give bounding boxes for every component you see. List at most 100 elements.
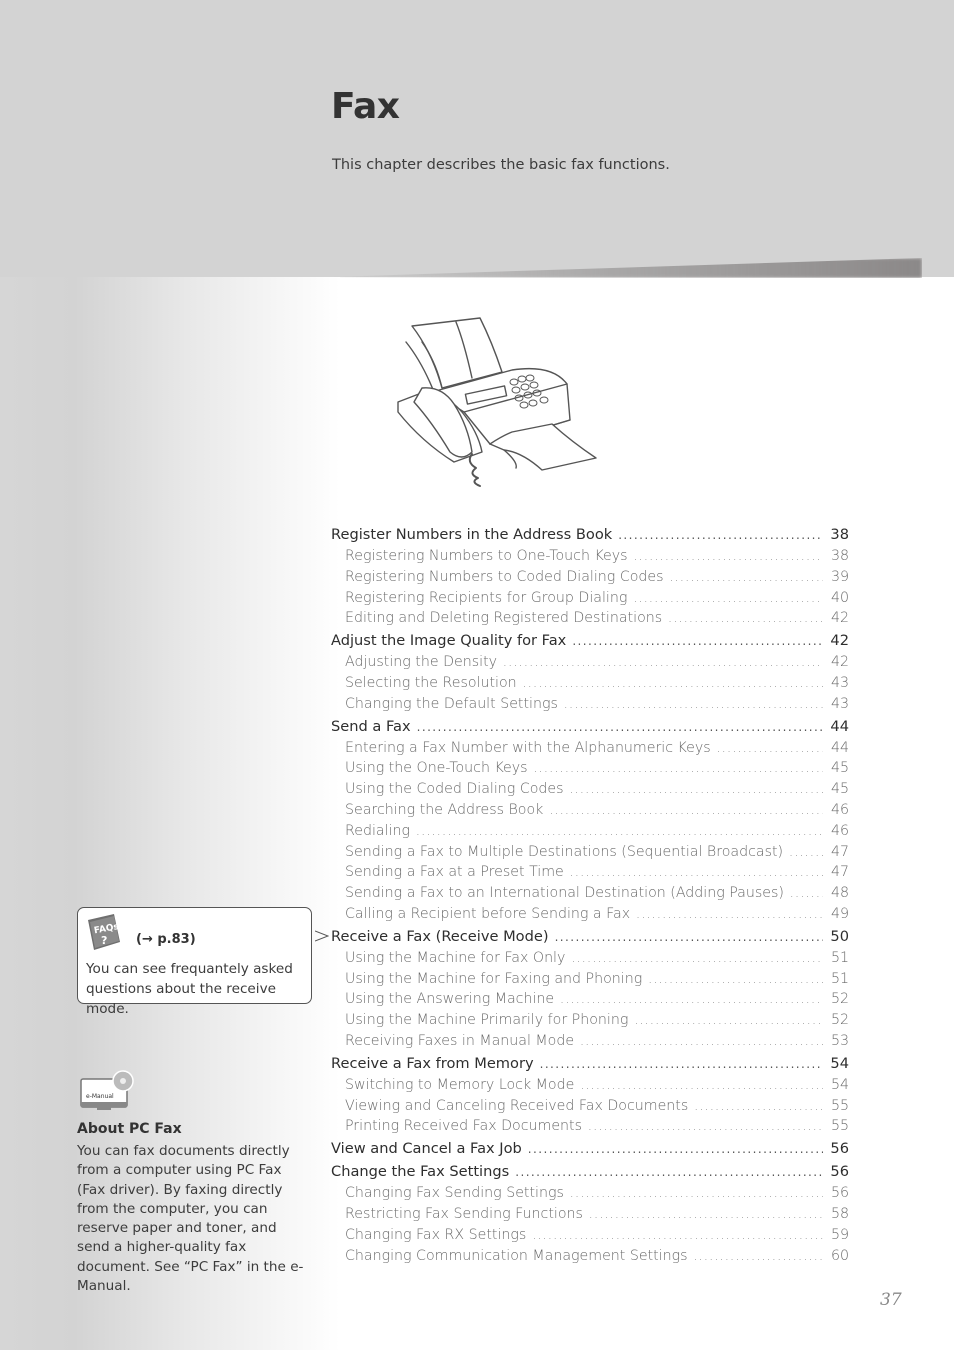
faq-callout[interactable]: FAQs ? (→ p.83) You can see frequantely …	[77, 907, 312, 1017]
toc-leader-dots	[580, 1031, 823, 1052]
toc-leader-dots	[534, 758, 823, 779]
toc-leader-dots	[580, 1075, 823, 1096]
toc-leader-dots	[668, 608, 823, 629]
toc-subsection-link[interactable]: Using the Machine Primarily for Phoning 5…	[331, 1010, 849, 1031]
toc-entry-label: Send a Fax	[331, 717, 411, 735]
toc-leader-dots	[515, 1161, 823, 1184]
toc-subsection-link[interactable]: Using the One-Touch Keys 45	[331, 758, 849, 779]
toc-subsection-link[interactable]: Entering a Fax Number with the Alphanume…	[331, 738, 849, 759]
toc-page-number: 44	[830, 739, 849, 756]
toc-section-link[interactable]: Send a Fax 44	[331, 715, 849, 738]
toc-entry-label: Editing and Deleting Registered Destinat…	[345, 610, 663, 627]
toc-subsection-link[interactable]: Sending a Fax at a Preset Time 47	[331, 862, 849, 883]
faq-page-reference[interactable]: (→ p.83)	[136, 932, 196, 947]
toc-page-number: 43	[830, 674, 849, 691]
toc-leader-dots	[571, 948, 823, 969]
toc-section-link[interactable]: Register Numbers in the Address Book 38	[331, 523, 849, 546]
toc-page-number: 47	[830, 864, 849, 881]
toc-leader-dots	[523, 673, 823, 694]
chapter-subtitle: This chapter describes the basic fax fun…	[332, 157, 670, 173]
toc-page-number: 56	[830, 1140, 849, 1158]
toc-subsection-link[interactable]: Using the Machine for Faxing and Phoning…	[331, 969, 849, 990]
toc-page-number: 56	[830, 1185, 849, 1202]
toc-section-link[interactable]: Receive a Fax from Memory 54	[331, 1052, 849, 1075]
toc-leader-dots	[572, 630, 823, 653]
toc-subsection-link[interactable]: Sending a Fax to Multiple Destinations (…	[331, 842, 849, 863]
toc-entry-label: Changing Communication Management Settin…	[345, 1247, 688, 1264]
toc-subsection-link[interactable]: Registering Numbers to Coded Dialing Cod…	[331, 567, 849, 588]
faq-icon-mark: ?	[101, 934, 107, 947]
toc-subsection-link[interactable]: Searching the Address Book 46	[331, 800, 849, 821]
chapter-header-band	[0, 0, 954, 277]
toc-subsection-link[interactable]: Calling a Recipient before Sending a Fax…	[331, 904, 849, 925]
toc-leader-dots	[528, 1138, 823, 1161]
toc-subsection-link[interactable]: Selecting the Resolution 43	[331, 673, 849, 694]
toc-subsection-link[interactable]: Redialing 46	[331, 821, 849, 842]
toc-subsection-link[interactable]: Viewing and Canceling Received Fax Docum…	[331, 1096, 849, 1117]
toc-page-number: 58	[830, 1205, 849, 1222]
toc-leader-dots	[532, 1225, 823, 1246]
toc-leader-dots	[634, 1010, 823, 1031]
toc-section-link[interactable]: Receive a Fax (Receive Mode) 50	[315, 925, 849, 949]
toc-section-link[interactable]: Change the Fax Settings 56	[331, 1160, 849, 1183]
toc-subsection-link[interactable]: Changing Fax RX Settings 59	[331, 1225, 849, 1246]
toc-page-number: 45	[830, 760, 849, 777]
pc-fax-description: You can fax documents directly from a co…	[77, 1143, 304, 1295]
toc-subsection-link[interactable]: Adjusting the Density 42	[331, 652, 849, 673]
toc-entry-label: Using the Machine for Fax Only	[345, 949, 566, 966]
toc-page-number: 45	[830, 781, 849, 798]
toc-subsection-link[interactable]: Using the Answering Machine 52	[331, 989, 849, 1010]
toc-entry-label: Calling a Recipient before Sending a Fax	[345, 905, 631, 922]
toc-page-number: 56	[830, 1163, 849, 1181]
toc-page-number: 55	[830, 1118, 849, 1135]
toc-entry-label: Selecting the Resolution	[345, 674, 517, 691]
toc-leader-dots	[570, 1183, 823, 1204]
toc-leader-dots	[417, 716, 823, 739]
toc-page-number: 42	[830, 632, 849, 650]
toc-page-number: 54	[830, 1054, 849, 1072]
toc-subsection-link[interactable]: Switching to Memory Lock Mode 54	[331, 1075, 849, 1096]
callout-pointer-icon	[315, 930, 329, 942]
toc-page-number: 55	[830, 1097, 849, 1114]
toc-subsection-link[interactable]: Changing the Default Settings 43	[331, 694, 849, 715]
toc-leader-dots	[549, 800, 823, 821]
toc-entry-label: Changing Fax Sending Settings	[345, 1185, 564, 1202]
toc-entry-label: Receiving Faxes in Manual Mode	[345, 1032, 575, 1049]
toc-entry-label: Registering Numbers to Coded Dialing Cod…	[345, 568, 664, 585]
toc-leader-dots	[636, 904, 823, 925]
toc-entry-label: Searching the Address Book	[345, 801, 544, 818]
toc-section-link[interactable]: Adjust the Image Quality for Fax 42	[331, 629, 849, 652]
toc-subsection-link[interactable]: Editing and Deleting Registered Destinat…	[331, 608, 849, 629]
toc-subsection-link[interactable]: Printing Received Fax Documents 55	[331, 1116, 849, 1137]
toc-page-number: 50	[830, 927, 849, 945]
toc-page-number: 38	[830, 548, 849, 564]
toc-subsection-link[interactable]: Receiving Faxes in Manual Mode 53	[331, 1031, 849, 1052]
toc-page-number: 53	[830, 1032, 849, 1049]
toc-entry-label: Using the Answering Machine	[345, 991, 555, 1008]
toc-subsection-link[interactable]: Using the Machine for Fax Only 51	[331, 948, 849, 969]
toc-leader-dots	[618, 524, 823, 547]
toc-leader-dots	[634, 546, 823, 567]
toc-entry-label: Printing Received Fax Documents	[345, 1118, 583, 1135]
toc-entry-label: Sending a Fax at a Preset Time	[345, 864, 564, 881]
toc-subsection-link[interactable]: Changing Fax Sending Settings 56	[331, 1183, 849, 1204]
toc-section-link[interactable]: View and Cancel a Fax Job 56	[331, 1137, 849, 1160]
toc-subsection-link[interactable]: Restricting Fax Sending Functions 58	[331, 1204, 849, 1225]
toc-subsection-link[interactable]: Registering Numbers to One-Touch Keys 38	[331, 546, 849, 567]
toc-subsection-link[interactable]: Using the Coded Dialing Codes 45	[331, 779, 849, 800]
fax-machine-icon	[397, 317, 597, 487]
toc-entry-label: Registering Numbers to One-Touch Keys	[345, 548, 628, 564]
toc-leader-dots	[694, 1096, 823, 1117]
toc-subsection-link[interactable]: Changing Communication Management Settin…	[331, 1246, 849, 1267]
toc-leader-dots	[555, 926, 823, 949]
toc-page-number: 44	[830, 717, 849, 735]
toc-entry-label: Receive a Fax from Memory	[331, 1054, 534, 1072]
toc-entry-label: Using the Machine for Faxing and Phoning	[345, 970, 643, 987]
toc-subsection-link[interactable]: Registering Recipients for Group Dialing…	[331, 588, 849, 609]
toc-leader-dots	[789, 842, 823, 863]
toc-page-number: 47	[830, 843, 849, 860]
toc-entry-label: Using the Coded Dialing Codes	[345, 781, 564, 798]
toc-subsection-link[interactable]: Sending a Fax to an International Destin…	[331, 883, 849, 904]
e-manual-icon: e-Manual	[80, 1070, 134, 1110]
toc-leader-dots	[589, 1204, 823, 1225]
